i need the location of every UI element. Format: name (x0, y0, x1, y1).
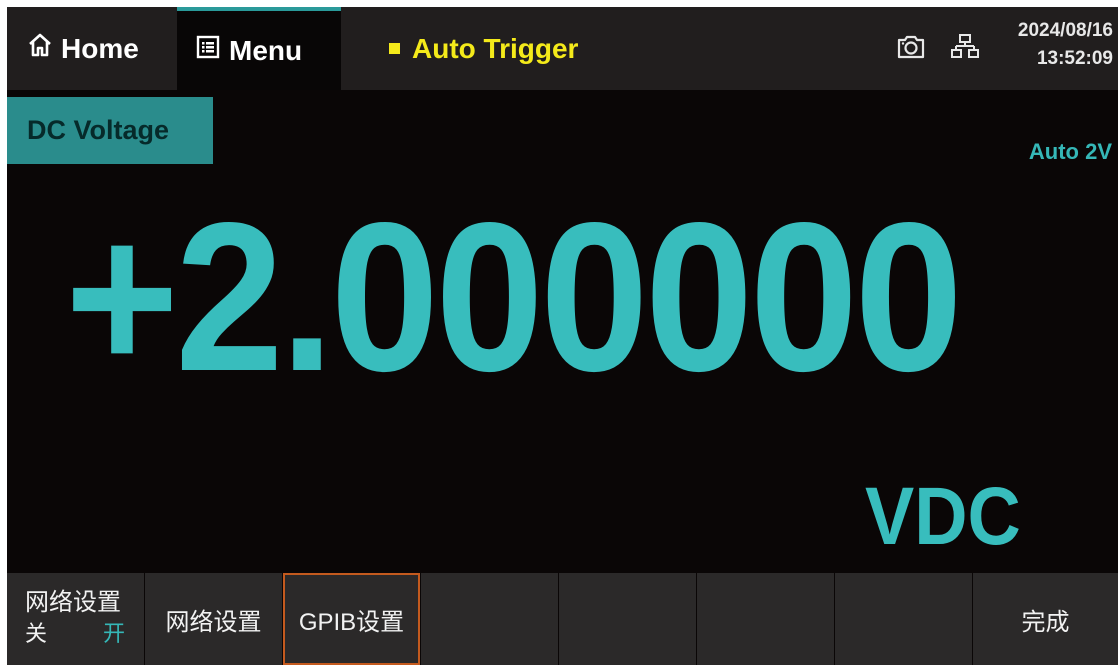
toggle-on-option[interactable]: 开 (103, 618, 125, 650)
network-icon[interactable] (951, 33, 979, 66)
toggle-off-option[interactable]: 关 (25, 618, 47, 650)
menu-tab[interactable]: Menu (177, 7, 341, 90)
main-reading: +2.000000 (65, 178, 963, 415)
network-toggle-options: 关 开 (25, 618, 125, 650)
range-indicator: Auto 2V (1028, 139, 1112, 164)
date-time: 2024/08/16 13:52:09 (993, 17, 1113, 73)
network-settings-softkey[interactable]: 网络设置 (145, 573, 282, 665)
network-toggle-softkey[interactable]: 网络设置 关 开 (7, 573, 144, 665)
menu-icon (195, 34, 221, 67)
date-text: 2024/08/16 (1017, 20, 1113, 41)
dmm-screen: Home Menu Auto Trigger 2024/08/16 13:52:… (7, 7, 1118, 665)
home-tab-label: Home (61, 32, 139, 64)
done-softkey[interactable]: 完成 (973, 573, 1118, 665)
gpib-settings-softkey[interactable]: GPIB设置 (283, 573, 420, 665)
time-text: 13:52:09 (1036, 48, 1113, 69)
home-icon (27, 32, 53, 65)
empty-softkey-5[interactable] (559, 573, 696, 665)
softkey-bar: 网络设置 关 开 网络设置 GPIB设置 完成 (7, 573, 1118, 665)
reading-unit: VDC (865, 471, 1021, 562)
home-tab[interactable]: Home (7, 7, 177, 90)
camera-icon[interactable] (895, 33, 927, 66)
trigger-label: Auto Trigger (412, 32, 579, 64)
top-bar: Home Menu Auto Trigger 2024/08/16 13:52:… (7, 7, 1118, 90)
function-label: DC Voltage (7, 97, 213, 164)
trigger-indicator-icon (389, 43, 400, 54)
network-toggle-title: 网络设置 (25, 589, 121, 616)
empty-softkey-4[interactable] (421, 573, 558, 665)
empty-softkey-7[interactable] (835, 573, 972, 665)
menu-tab-label: Menu (229, 34, 303, 66)
empty-softkey-6[interactable] (697, 573, 834, 665)
trigger-status[interactable]: Auto Trigger (389, 7, 578, 90)
